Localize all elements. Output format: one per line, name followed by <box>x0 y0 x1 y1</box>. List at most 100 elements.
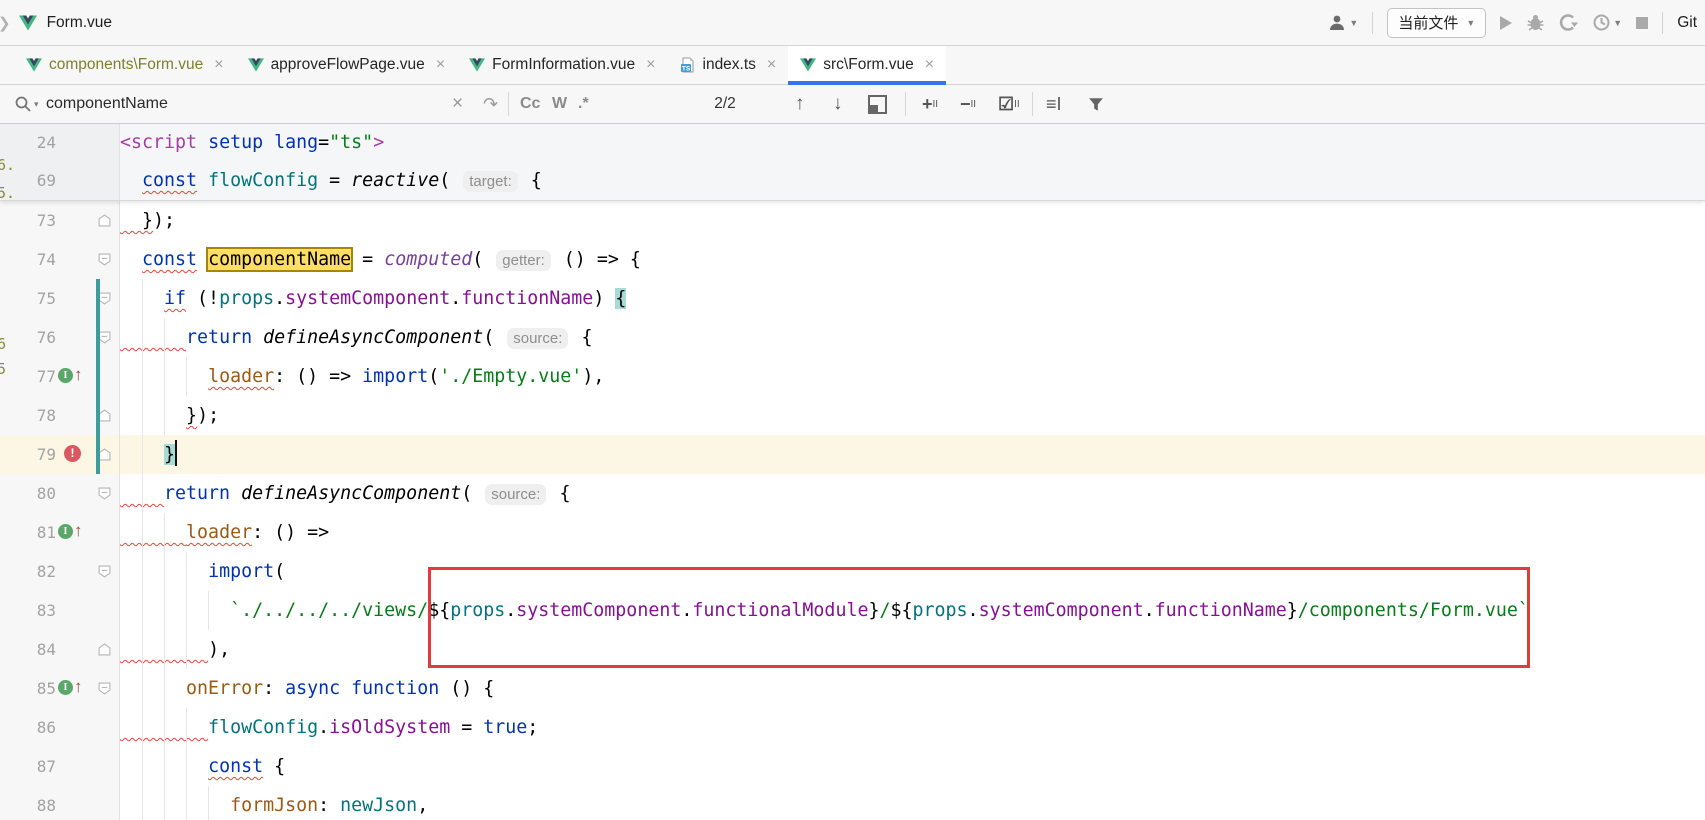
previous-occurrence-button[interactable]: ↑ <box>795 85 805 123</box>
fold-marker-icon[interactable] <box>92 240 116 279</box>
code-token <box>197 170 208 191</box>
code-text[interactable]: return defineAsyncComponent( source: { <box>120 318 1705 357</box>
tab-approveflowpage.vue[interactable]: approveFlowPage.vue× <box>236 46 458 84</box>
gutter: 79! <box>0 435 120 474</box>
code-text[interactable]: loader: () => <box>120 513 1705 552</box>
code-text[interactable]: if (!props.systemComponent.functionName)… <box>120 279 1705 318</box>
fold-marker-icon[interactable] <box>92 669 116 708</box>
code-line-24[interactable]: 24<script setup lang="ts"> <box>0 124 1705 162</box>
code-line-76[interactable]: 76 return defineAsyncComponent( source: … <box>0 318 1705 357</box>
code-line-84[interactable]: 84 ), <box>0 630 1705 669</box>
code-text[interactable]: return defineAsyncComponent( source: { <box>120 474 1705 513</box>
code-text[interactable]: import( <box>120 552 1705 591</box>
code-text[interactable]: }); <box>120 201 1705 240</box>
user-account-button[interactable]: ▼ <box>1327 13 1358 33</box>
code-token: . <box>450 288 461 309</box>
code-token: . <box>274 288 285 309</box>
vcs-change-marker[interactable] <box>96 318 100 357</box>
toggle-occurrence-button[interactable]: ☑II <box>998 85 1020 123</box>
fold-marker-icon[interactable] <box>92 474 116 513</box>
code-line-83[interactable]: 83 `./../../../views/${props.systemCompo… <box>0 591 1705 630</box>
implementation-gutter-icon[interactable]: I <box>58 368 73 383</box>
git-widget[interactable]: Git <box>1677 14 1697 32</box>
code-text[interactable]: loader: () => import('./Empty.vue'), <box>120 357 1705 396</box>
vcs-change-marker[interactable] <box>96 435 100 474</box>
add-occurrence-button[interactable]: +II <box>922 85 938 123</box>
vcs-change-marker[interactable] <box>96 357 100 396</box>
tab-src-form.vue[interactable]: src\Form.vue× <box>788 46 946 84</box>
search-input[interactable]: componentName <box>46 85 168 123</box>
code-token: formJson <box>230 795 318 816</box>
close-tab-icon[interactable]: × <box>646 56 655 74</box>
words-toggle[interactable]: W <box>552 85 567 123</box>
run-with-coverage-button[interactable] <box>1559 13 1578 32</box>
code-line-86[interactable]: 86 flowConfig.isOldSystem = true; <box>0 708 1705 747</box>
code-line-75[interactable]: 75 if (!props.systemComponent.functionNa… <box>0 279 1705 318</box>
filter-funnel-icon[interactable] <box>1088 85 1104 123</box>
code-line-82[interactable]: 82 import( <box>0 552 1705 591</box>
profiler-button[interactable]: ▼ <box>1592 13 1622 32</box>
code-text[interactable]: <script setup lang="ts"> <box>120 124 1705 162</box>
next-occurrence-button[interactable]: ↓ <box>833 85 843 123</box>
gutter: 87 <box>0 747 120 786</box>
code-token: { <box>570 327 592 348</box>
stop-button[interactable] <box>1636 17 1648 29</box>
code-text[interactable]: `./../../../views/${props.systemComponen… <box>120 591 1705 630</box>
vcs-change-marker[interactable] <box>96 396 100 435</box>
close-tab-icon[interactable]: × <box>767 56 776 74</box>
code-text[interactable]: ), <box>120 630 1705 669</box>
match-case-toggle[interactable]: Cc <box>520 85 540 123</box>
code-text[interactable]: const componentName = computed( getter: … <box>120 240 1705 279</box>
implementation-gutter-icon[interactable]: I <box>58 524 73 539</box>
clear-search-icon[interactable]: × <box>452 85 463 123</box>
fold-marker-icon[interactable] <box>92 201 116 240</box>
error-gutter-icon[interactable]: ! <box>64 445 81 462</box>
code-line-73[interactable]: 73 }); <box>0 201 1705 240</box>
implementation-gutter-icon[interactable]: I <box>58 680 73 695</box>
run-configuration-dropdown[interactable]: 当前文件 ▼ <box>1387 8 1486 38</box>
code-line-85[interactable]: 85I↑ onError: async function () { <box>0 669 1705 708</box>
debug-button[interactable] <box>1526 13 1545 32</box>
code-line-88[interactable]: 88 formJson: newJson, <box>0 786 1705 820</box>
gutter: 77I↑ <box>0 357 120 396</box>
close-tab-icon[interactable]: × <box>214 56 223 74</box>
line-number: 84 <box>0 630 56 669</box>
code-line-80[interactable]: 80 return defineAsyncComponent( source: … <box>0 474 1705 513</box>
code-text[interactable]: }); <box>120 396 1705 435</box>
remove-occurrence-button[interactable]: −II <box>960 85 976 123</box>
close-tab-icon[interactable]: × <box>436 56 445 74</box>
code-text[interactable]: flowConfig.isOldSystem = true; <box>120 708 1705 747</box>
tab-index.ts[interactable]: TSindex.ts× <box>668 46 789 84</box>
code-line-87[interactable]: 87 const { <box>0 747 1705 786</box>
code-text[interactable]: } <box>120 435 1705 474</box>
filter-search-lines-button[interactable]: ≡I <box>1046 85 1062 123</box>
fold-marker-icon[interactable] <box>92 630 116 669</box>
run-button[interactable] <box>1500 16 1512 30</box>
title-bar: ❯ Form.vue ▼ 当前文件 ▼ <box>0 0 1705 46</box>
tab-forminformation.vue[interactable]: FormInformation.vue× <box>457 46 667 84</box>
code-line-78[interactable]: 78 }); <box>0 396 1705 435</box>
code-text[interactable]: const flowConfig = reactive( target: { <box>120 162 1705 200</box>
code-line-81[interactable]: 81I↑ loader: () => <box>0 513 1705 552</box>
indent-guide <box>164 747 165 786</box>
code-text[interactable]: formJson: newJson, <box>120 786 1705 820</box>
close-tab-icon[interactable]: × <box>925 56 934 74</box>
indent-guide <box>142 552 143 591</box>
regex-toggle[interactable]: .* <box>578 85 589 123</box>
code-line-77[interactable]: 77I↑ loader: () => import('./Empty.vue')… <box>0 357 1705 396</box>
code-text[interactable]: const { <box>120 747 1705 786</box>
code-text[interactable]: onError: async function () { <box>120 669 1705 708</box>
code-line-74[interactable]: 74 const componentName = computed( gette… <box>0 240 1705 279</box>
code-line-69[interactable]: 69 const flowConfig = reactive( target: … <box>0 162 1705 200</box>
up-arrow-icon: ↑ <box>74 519 83 543</box>
select-all-occurrences-button[interactable] <box>868 85 887 123</box>
fold-marker-icon[interactable] <box>92 552 116 591</box>
vcs-change-marker[interactable] <box>96 279 100 318</box>
code-line-79[interactable]: 79! } <box>0 435 1705 474</box>
chevron-down-icon: ▾ <box>34 99 39 110</box>
code-editor[interactable]: 24<script setup lang="ts">69 const flowC… <box>0 124 1705 820</box>
search-icon[interactable]: ▾ <box>14 85 39 123</box>
gutter: 73 <box>0 201 120 240</box>
new-line-icon[interactable]: ↷ <box>483 85 498 123</box>
tab-components-form.vue[interactable]: components\Form.vue× <box>14 46 236 84</box>
